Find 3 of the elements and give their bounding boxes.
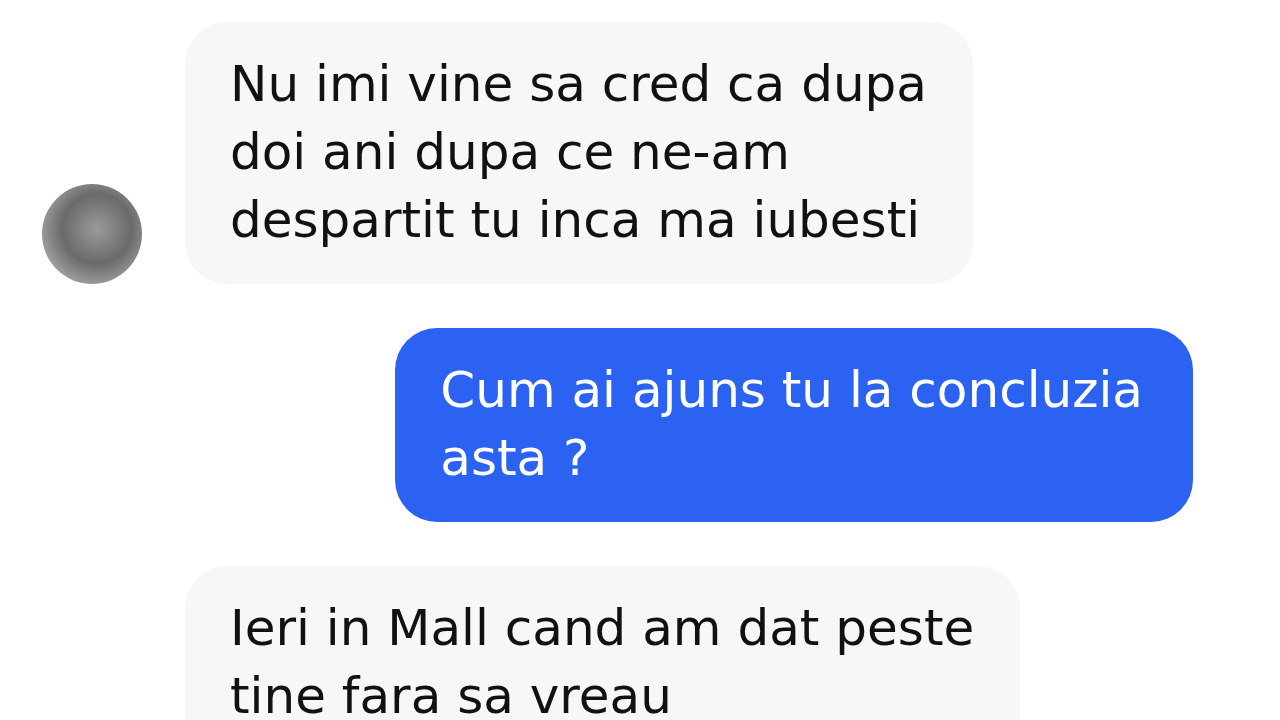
message-bubble: Nu imi vine sa cred ca dupa doi ani dupa ce ne-am despartit tu inca ma iubesti bbox=[185, 22, 973, 284]
message-bubble: Cum ai ajuns tu la concluzia asta ? bbox=[395, 328, 1193, 522]
message-bubble: Ieri in Mall cand am dat peste tine fara sa vreau bbox=[185, 566, 1021, 720]
